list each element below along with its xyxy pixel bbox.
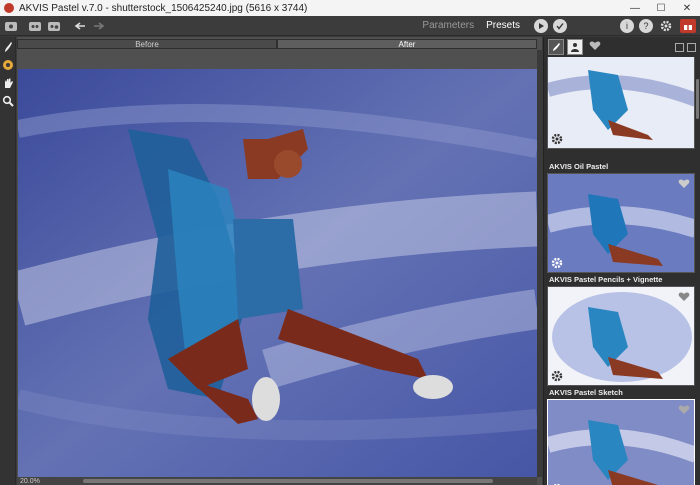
close-button[interactable]: ✕ [674, 0, 700, 16]
preset-item[interactable]: AKVIS Oil Pastel [547, 161, 695, 273]
brush-icon [553, 43, 560, 51]
window-title: AKVIS Pastel v.7.0 - shutterstock_150642… [19, 2, 308, 14]
gear-icon[interactable] [551, 370, 563, 382]
result-image[interactable] [18, 69, 537, 479]
app-icon [4, 3, 14, 13]
tab-before[interactable]: Before [17, 39, 277, 49]
fragment-tool[interactable] [0, 57, 16, 73]
presets-header [544, 37, 700, 57]
apply-button[interactable] [553, 18, 567, 33]
gift-icon [684, 22, 692, 30]
info-button[interactable]: i [620, 18, 634, 33]
donate-button[interactable] [680, 18, 696, 33]
horizontal-scrollbar[interactable] [83, 479, 493, 483]
preset-item-selected[interactable]: AKVIS Pastel Sketch [547, 387, 695, 485]
parameters-tab[interactable]: Parameters [416, 20, 480, 31]
hand-icon [5, 78, 13, 88]
save-icon [48, 21, 60, 31]
open-file-button[interactable] [3, 19, 19, 33]
preset-preview-image [548, 400, 694, 485]
preset-name: AKVIS Oil Pastel [549, 162, 609, 171]
favorites-tab[interactable] [589, 40, 601, 54]
tools-panel [0, 37, 16, 485]
image-window: Before After 20.0% [17, 37, 542, 485]
presets-panel: AKVIS Oil Pastel AKVIS Pastel Pencils + … [543, 37, 700, 485]
fragment-brush-icon [3, 60, 13, 70]
user-icon [571, 43, 579, 52]
heart-icon [589, 41, 601, 50]
preset-item[interactable]: AKVIS Pastel Pencils + Vignette [547, 274, 695, 386]
run-button[interactable] [534, 18, 548, 33]
preset-preview-image [548, 174, 694, 272]
settings-button[interactable] [658, 19, 674, 33]
main-toolbar: Parameters Presets i ? [0, 16, 700, 36]
help-button[interactable]: ? [639, 18, 653, 33]
brush-tool[interactable] [0, 39, 16, 55]
magnifier-icon [2, 95, 14, 107]
preset-preview-image [548, 57, 694, 148]
zoom-level[interactable]: 20.0% [20, 478, 40, 485]
title-bar: AKVIS Pastel v.7.0 - shutterstock_150642… [0, 0, 700, 16]
gear-icon[interactable] [551, 133, 563, 145]
preset-thumbnail [547, 286, 695, 386]
preset-name [547, 149, 695, 161]
brush-icon [5, 42, 12, 52]
gear-icon [660, 20, 672, 31]
hand-tool[interactable] [0, 75, 16, 91]
save-button[interactable] [46, 19, 62, 33]
preset-item[interactable] [547, 57, 695, 161]
heart-icon[interactable] [678, 291, 690, 303]
arrow-right-icon [94, 21, 105, 30]
preset-thumbnail [547, 399, 695, 485]
before-after-tabs: Before After [17, 39, 537, 49]
list-view-icon[interactable] [675, 42, 684, 52]
redo-button[interactable] [91, 19, 107, 33]
minimize-button[interactable]: — [622, 0, 648, 16]
tab-user-presets[interactable] [567, 39, 583, 55]
preset-thumbnail [547, 57, 695, 149]
preset-thumbnail [547, 173, 695, 273]
batch-icon [29, 21, 41, 31]
heart-icon[interactable] [678, 178, 690, 190]
tab-after[interactable]: After [277, 39, 537, 49]
gear-icon[interactable] [551, 257, 563, 269]
presets-tab[interactable]: Presets [480, 20, 526, 31]
preset-name: AKVIS Pastel Sketch [549, 388, 623, 397]
heart-icon[interactable] [678, 404, 690, 416]
tab-style-presets[interactable] [548, 39, 564, 55]
undo-button[interactable] [72, 19, 88, 33]
view-mode-toggle [675, 42, 696, 52]
preset-list[interactable]: AKVIS Oil Pastel AKVIS Pastel Pencils + … [544, 57, 700, 485]
batch-button[interactable] [27, 19, 43, 33]
maximize-button[interactable]: ☐ [648, 0, 674, 16]
preset-name: AKVIS Pastel Pencils + Vignette [549, 275, 663, 284]
arrow-left-icon [74, 21, 85, 30]
grid-view-icon[interactable] [687, 42, 696, 52]
vertical-scrollbar[interactable] [537, 50, 542, 477]
presets-scrollbar[interactable] [696, 79, 699, 119]
checkmark-icon [556, 22, 564, 30]
play-icon [539, 22, 544, 29]
preset-preview-image [548, 287, 694, 385]
zoom-tool[interactable] [0, 93, 16, 109]
status-bar: 20.0% [17, 477, 537, 485]
pastel-dancer-image [18, 69, 537, 479]
open-image-icon [5, 21, 17, 31]
